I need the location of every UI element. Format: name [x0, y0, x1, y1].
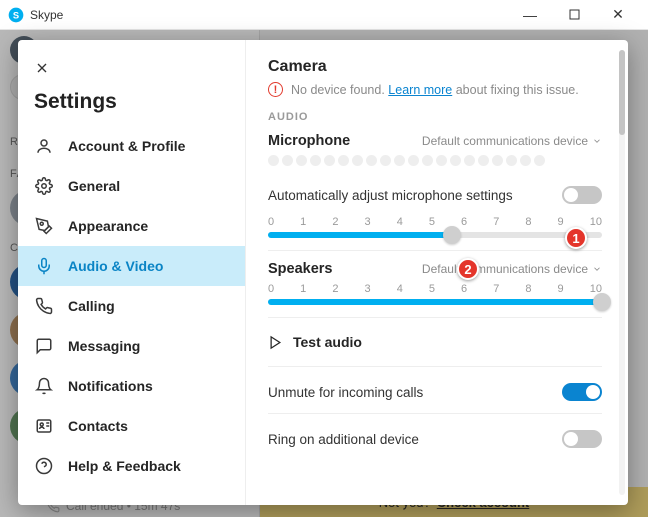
close-settings-button[interactable] — [24, 50, 60, 86]
annotation-2: 2 — [457, 258, 479, 280]
window-title: Skype — [30, 8, 508, 22]
window-titlebar: S Skype — ✕ — [0, 0, 648, 30]
chat-icon — [34, 336, 54, 356]
gear-icon — [34, 176, 54, 196]
annotation-1: 1 — [565, 227, 587, 249]
settings-scrollbar[interactable] — [619, 50, 625, 495]
nav-help[interactable]: Help & Feedback — [18, 446, 245, 486]
nav-appearance[interactable]: Appearance — [18, 206, 245, 246]
microphone-device-select[interactable]: Default communications device — [422, 134, 602, 148]
person-icon — [34, 136, 54, 156]
audio-section-label: AUDIO — [268, 111, 602, 123]
help-icon — [34, 456, 54, 476]
nav-calling[interactable]: Calling — [18, 286, 245, 326]
auto-adjust-toggle[interactable] — [562, 186, 602, 204]
nav-audio-video[interactable]: Audio & Video — [18, 246, 245, 286]
mic-volume-slider[interactable]: 012345678910 — [268, 216, 602, 242]
phone-icon — [34, 296, 54, 316]
warning-icon: ! — [268, 82, 283, 97]
learn-more-link[interactable]: Learn more — [388, 83, 452, 97]
speakers-device-select[interactable]: Default communications device — [422, 262, 602, 276]
play-icon — [268, 335, 283, 350]
nav-notifications[interactable]: Notifications — [18, 366, 245, 406]
skype-icon: S — [8, 7, 24, 23]
brush-icon — [34, 216, 54, 236]
camera-warning: ! No device found. Learn more about fixi… — [268, 82, 602, 97]
microphone-icon — [34, 256, 54, 276]
maximize-button[interactable] — [552, 1, 596, 29]
nav-messaging[interactable]: Messaging — [18, 326, 245, 366]
settings-sidebar: Settings Account & Profile General Appea… — [18, 40, 246, 505]
settings-content: Camera ! No device found. Learn more abo… — [246, 40, 628, 505]
minimize-button[interactable]: — — [508, 1, 552, 29]
mic-level-meter — [268, 155, 602, 166]
chevron-down-icon — [592, 136, 602, 146]
ring-additional-label: Ring on additional device — [268, 432, 419, 447]
nav-general[interactable]: General — [18, 166, 245, 206]
bell-icon — [34, 376, 54, 396]
unmute-label: Unmute for incoming calls — [268, 385, 423, 400]
ring-additional-toggle[interactable] — [562, 430, 602, 448]
test-audio-button[interactable]: Test audio — [268, 328, 602, 360]
contacts-icon — [34, 416, 54, 436]
nav-account-profile[interactable]: Account & Profile — [18, 126, 245, 166]
auto-adjust-label: Automatically adjust microphone settings — [268, 188, 513, 203]
settings-modal: Settings Account & Profile General Appea… — [18, 40, 628, 505]
close-window-button[interactable]: ✕ — [596, 1, 640, 29]
nav-contacts[interactable]: Contacts — [18, 406, 245, 446]
svg-text:S: S — [13, 10, 19, 20]
speaker-volume-slider[interactable]: 012345678910 — [268, 283, 602, 309]
camera-heading: Camera — [268, 58, 602, 76]
speakers-heading: Speakers — [268, 261, 333, 277]
microphone-heading: Microphone — [268, 133, 350, 149]
settings-title: Settings — [18, 86, 245, 126]
chevron-down-icon — [592, 264, 602, 274]
unmute-toggle[interactable] — [562, 383, 602, 401]
